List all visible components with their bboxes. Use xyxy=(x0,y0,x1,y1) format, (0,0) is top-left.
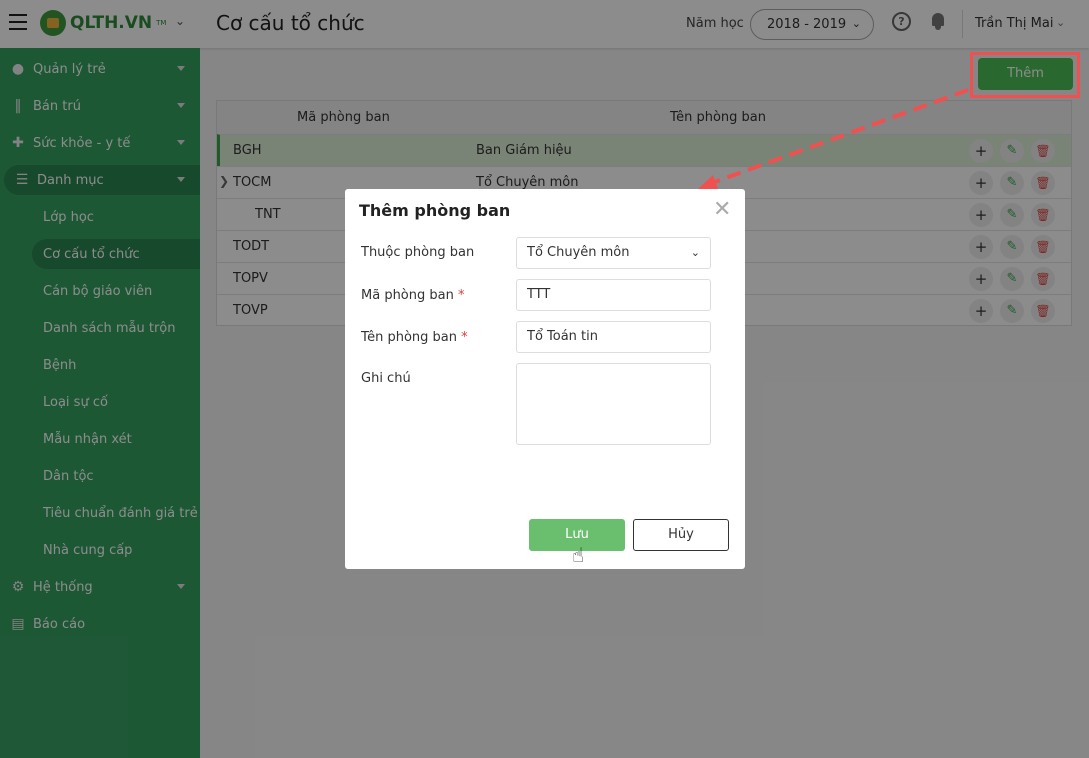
arrow-line xyxy=(711,88,969,185)
arrow-head xyxy=(698,175,718,189)
annotation-arrow xyxy=(698,88,969,189)
